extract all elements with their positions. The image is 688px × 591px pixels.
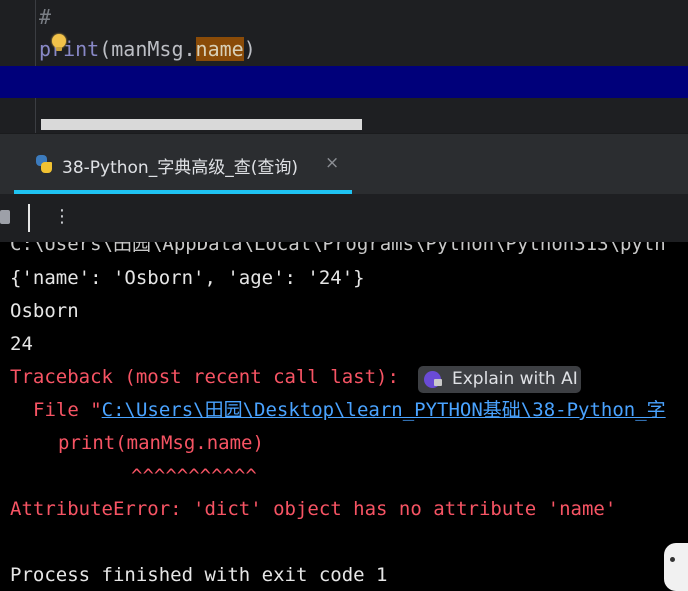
console-output[interactable]: C:\Users\田园\AppData\Local\Programs\Pytho… [0, 242, 688, 591]
code-args: (manMsg. [99, 37, 196, 61]
traceback-carets: ^^^^^^^^^^^ [131, 465, 257, 487]
lock-icon [434, 379, 442, 386]
attribute-error-line: AttributeError: 'dict' object has no att… [10, 498, 617, 520]
run-toolbar: ⋮ [0, 194, 688, 242]
output-dict-line: {'name': 'Osborn', 'age': '24'} [10, 267, 365, 289]
builtin-print: print [39, 37, 100, 61]
traceback-code-line: print(manMsg.name) [58, 432, 264, 454]
file-prefix: File " [33, 399, 102, 421]
run-tab-bar: 38-Python_字典高级_查(查询) × [0, 133, 688, 195]
code-close-paren: ) [243, 37, 256, 61]
more-options-icon[interactable]: ⋮ [53, 208, 71, 226]
traceback-file-line: File "C:\Users\田园\Desktop\learn_PYTHON基础… [33, 398, 666, 422]
process-finished-line: Process finished with exit code 1 [10, 564, 388, 586]
code-editor[interactable]: # print(manMsg.name) [0, 0, 688, 133]
output-name-line: Osborn [10, 300, 79, 322]
stop-icon[interactable] [0, 210, 10, 224]
highlighted-attribute[interactable]: name [195, 37, 244, 61]
file-path-link[interactable]: C:\Users\田园\Desktop\learn_PYTHON基础\38-Py… [102, 399, 666, 421]
tab-run-config[interactable]: 38-Python_字典高级_查(查询) × [14, 134, 352, 195]
code-line-comment[interactable]: # [39, 4, 51, 30]
lightbulb-icon[interactable] [52, 34, 66, 51]
close-icon[interactable]: × [325, 153, 339, 173]
output-age-line: 24 [10, 333, 33, 355]
traceback-header: Traceback (most recent call last): [10, 366, 399, 388]
tab-label: 38-Python_字典高级_查(查询) [62, 158, 298, 178]
toolbar-divider [28, 204, 30, 232]
explain-with-ai-label: Explain with AI [452, 369, 578, 389]
horizontal-scrollbar[interactable] [41, 119, 362, 130]
python-icon [34, 154, 54, 174]
code-line-print[interactable]: print(manMsg.name) [39, 36, 256, 62]
explain-with-ai-button[interactable]: Explain with AI [418, 366, 581, 393]
interpreter-path-line: C:\Users\田园\AppData\Local\Programs\Pytho… [10, 242, 666, 255]
current-line-highlight[interactable] [0, 66, 688, 98]
assistant-mascot-icon[interactable] [664, 543, 688, 591]
